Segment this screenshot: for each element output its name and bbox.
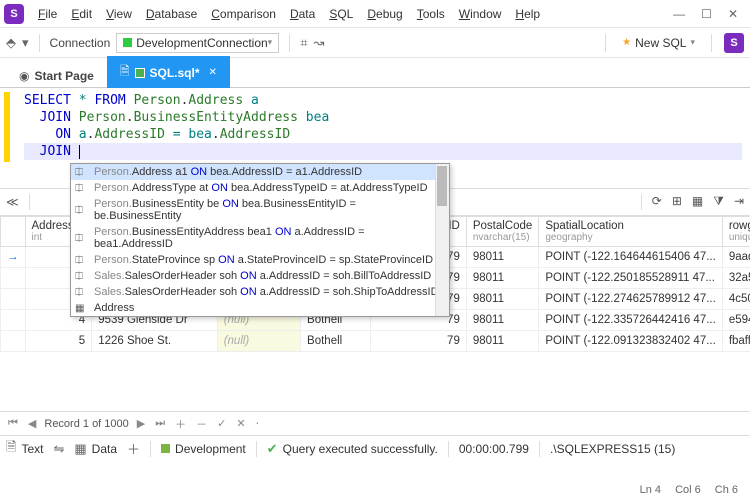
document-tabs: ◉ Start Page 🗎 SQL.sql* ✕ [0, 58, 750, 88]
nav-last-icon[interactable]: ⏭ [153, 417, 167, 430]
table-row[interactable]: 51226 Shoe St.(null)Bothell7998011POINT … [1, 331, 750, 352]
text-view-icon: 🗎 [6, 438, 16, 460]
query-result-status: ✔Query executed successfully. [267, 441, 438, 457]
connect-icon[interactable]: ⬘ [6, 35, 16, 51]
menu-tools[interactable]: Tools [411, 3, 451, 25]
menu-debug[interactable]: Debug [361, 3, 408, 25]
view-data-button[interactable]: ▦Data [74, 441, 117, 457]
menu-window[interactable]: Window [453, 3, 508, 25]
server-info: .\SQLEXPRESS15 (15) [550, 442, 675, 456]
autocomplete-item[interactable]: ⎅Sales.SalesOrderHeader soh ON a.Address… [71, 268, 449, 284]
connection-toolbar: ⬘ ▾ Connection DevelopmentConnection ⌗ ↝… [0, 28, 750, 58]
tab-sql-file[interactable]: 🗎 SQL.sql* ✕ [107, 56, 230, 88]
column-header[interactable]: SpatialLocationgeography [539, 217, 723, 247]
join-icon: ⎅ [75, 183, 89, 194]
connection-combo[interactable]: DevelopmentConnection [116, 33, 279, 53]
minimize-icon[interactable]: — [673, 7, 685, 21]
close-icon[interactable]: ✕ [728, 7, 738, 21]
tool-icon-2[interactable]: ↝ [314, 35, 325, 51]
file-icon: 🗎 [120, 62, 130, 83]
autocomplete-item[interactable]: ⎅Person.BusinessEntityAddress bea1 ON a.… [71, 224, 449, 252]
autocomplete-scrollbar[interactable] [435, 164, 449, 316]
autocomplete-item[interactable]: ⎅Person.Address a1 ON bea.AddressID = a1… [71, 164, 449, 180]
add-view-button[interactable]: ＋ [127, 439, 140, 458]
new-sql-button[interactable]: ★ New SQL ▾ [618, 34, 699, 52]
nav-next-icon[interactable]: ▶ [135, 417, 147, 430]
column-header[interactable]: PostalCodenvarchar(15) [466, 217, 538, 247]
chevron-down-icon: ▾ [690, 37, 695, 48]
collapse-icon[interactable]: ≪ [6, 195, 19, 209]
maximize-icon[interactable]: ☐ [701, 7, 712, 21]
autocomplete-popup[interactable]: ⎅Person.Address a1 ON bea.AddressID = a1… [70, 163, 450, 317]
tab-close-icon[interactable]: ✕ [209, 67, 217, 78]
window-controls: — ☐ ✕ [673, 7, 746, 21]
data-view-icon: ▦ [74, 441, 86, 457]
main-menu: FileEditViewDatabaseComparisonDataSQLDeb… [32, 3, 546, 25]
menu-comparison[interactable]: Comparison [205, 3, 282, 25]
grid-lines-icon[interactable]: ▦ [692, 194, 703, 210]
cursor-position: Ln 4 Col 6 Ch 6 [640, 484, 738, 496]
environment-indicator: Development [161, 442, 246, 456]
nav-remove-icon[interactable]: － [194, 416, 209, 432]
export-icon[interactable]: ⇥ [734, 194, 744, 210]
join-icon: ⎅ [75, 205, 89, 216]
success-icon: ✔ [267, 441, 278, 457]
nav-first-icon[interactable]: ⏮ [6, 417, 20, 430]
grid-spacing-icon[interactable]: ⊞ [672, 194, 682, 210]
autocomplete-item[interactable]: ⎅Person.AddressType at ON bea.AddressTyp… [71, 180, 449, 196]
menu-edit[interactable]: Edit [65, 3, 98, 25]
connection-status-dot [123, 38, 132, 47]
app-logo: S [4, 4, 24, 24]
star-icon: ★ [622, 37, 631, 48]
view-toggle-icon[interactable]: ⇋ [53, 441, 64, 457]
brand-icon[interactable]: S [724, 33, 744, 53]
record-navigator[interactable]: ⏮ ◀ Record 1 of 1000 ▶ ⏭ ＋ － ✓ ✕ ⋅ [0, 411, 750, 435]
autocomplete-item[interactable]: ⎅Person.BusinessEntity be ON bea.Busines… [71, 196, 449, 224]
autocomplete-item[interactable]: ⎅Sales.SalesOrderHeader soh ON a.Address… [71, 284, 449, 300]
record-counter: Record 1 of 1000 [44, 418, 128, 430]
connection-status-icon [135, 68, 145, 78]
connect-dropdown-icon[interactable]: ▾ [22, 35, 29, 51]
home-icon: ◉ [19, 69, 29, 83]
menu-view[interactable]: View [100, 3, 138, 25]
autocomplete-item[interactable]: ⎅Person.StateProvince sp ON a.StateProvi… [71, 252, 449, 268]
join-icon: ⎅ [75, 287, 89, 298]
nav-more-icon[interactable]: ⋅ [254, 417, 262, 430]
connection-label: Connection [50, 36, 111, 50]
nav-commit-icon[interactable]: ✓ [215, 417, 228, 430]
filter-icon[interactable]: ⧩ [713, 194, 724, 210]
nav-prev-icon[interactable]: ◀ [26, 417, 38, 430]
tool-icon-1[interactable]: ⌗ [300, 35, 307, 51]
env-status-dot [161, 444, 170, 453]
title-bar: S FileEditViewDatabaseComparisonDataSQLD… [0, 0, 750, 28]
view-text-button[interactable]: 🗎Text [6, 438, 43, 460]
join-icon: ⎅ [75, 255, 89, 266]
sql-editor[interactable]: SELECT * FROM Person.Address a JOIN Pers… [0, 88, 750, 188]
join-icon: ⎅ [75, 167, 89, 178]
refresh-icon[interactable]: ⟳ [652, 194, 662, 210]
column-header[interactable]: rowguiduniqueidentifier [722, 217, 750, 247]
join-icon: ⎅ [75, 271, 89, 282]
menu-sql[interactable]: SQL [323, 3, 359, 25]
change-gutter [4, 92, 10, 162]
nav-cancel-icon[interactable]: ✕ [234, 417, 247, 430]
query-time: 00:00:00.799 [459, 442, 529, 456]
autocomplete-item[interactable]: ▦Address [71, 300, 449, 316]
menu-data[interactable]: Data [284, 3, 321, 25]
menu-file[interactable]: File [32, 3, 63, 25]
status-bar: 🗎Text ⇋ ▦Data ＋ Development ✔Query execu… [0, 435, 750, 461]
menu-database[interactable]: Database [140, 3, 203, 25]
menu-help[interactable]: Help [509, 3, 546, 25]
nav-add-icon[interactable]: ＋ [173, 416, 188, 432]
join-icon: ⎅ [75, 233, 89, 244]
table-icon: ▦ [75, 303, 89, 314]
text-cursor [79, 145, 80, 159]
tab-start-page[interactable]: ◉ Start Page [6, 63, 107, 88]
